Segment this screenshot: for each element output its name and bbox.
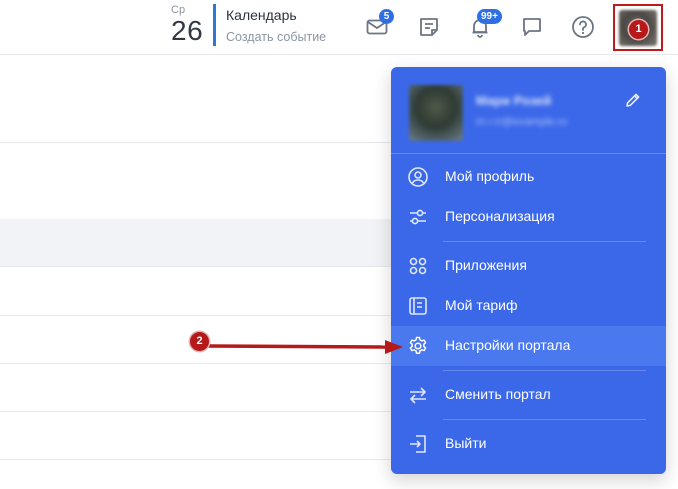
menu-item-logout[interactable]: Выйти xyxy=(391,424,666,464)
menu-item-my-plan[interactable]: Мой тариф xyxy=(391,286,666,326)
gear-icon xyxy=(407,335,429,357)
edit-pencil-icon[interactable] xyxy=(624,91,642,109)
messages-button[interactable] xyxy=(519,14,545,40)
profile-avatar xyxy=(409,85,463,141)
menu-item-label: Сменить портал xyxy=(445,386,551,402)
menu-item-personalization[interactable]: Персонализация xyxy=(391,197,666,237)
menu-item-label: Настройки портала xyxy=(445,337,571,353)
menu-item-my-profile[interactable]: Мой профиль xyxy=(391,157,666,197)
apps-grid-icon xyxy=(407,255,429,277)
tasks-button[interactable] xyxy=(416,14,442,40)
profile-email: m.r.rr@example.ru xyxy=(476,116,568,128)
menu-divider xyxy=(391,153,666,154)
menu-item-apps[interactable]: Приложения xyxy=(391,246,666,286)
step-marker-1: 1 xyxy=(629,20,648,39)
menu-item-label: Персонализация xyxy=(445,208,555,224)
table-row xyxy=(0,411,420,412)
note-icon xyxy=(418,16,440,38)
help-icon xyxy=(571,15,595,39)
table-row xyxy=(0,266,420,267)
mail-badge: 5 xyxy=(379,9,394,24)
menu-item-label: Мой тариф xyxy=(445,297,518,313)
user-circle-icon xyxy=(407,166,429,188)
annotation-arrow-icon xyxy=(206,340,403,354)
top-bar: Ср 26 Календарь Создать событие 5 99+ 1 xyxy=(0,0,678,55)
step-marker-2: 2 xyxy=(190,332,209,351)
profile-menu: Мари Розей m.r.rr@example.ru Мой профиль… xyxy=(391,67,666,474)
table-header xyxy=(0,219,420,266)
table-row xyxy=(0,459,420,460)
menu-item-portal-settings[interactable]: Настройки портала xyxy=(391,326,666,366)
date-day: 26 xyxy=(171,15,204,46)
help-button[interactable] xyxy=(570,14,596,40)
menu-divider xyxy=(443,370,646,371)
profile-name: Мари Розей xyxy=(476,93,552,108)
date-divider xyxy=(213,4,216,46)
notifications-badge: 99+ xyxy=(477,9,502,24)
switch-arrows-icon xyxy=(407,384,429,406)
table-row xyxy=(0,363,420,364)
logout-icon xyxy=(407,433,429,455)
sliders-icon xyxy=(407,206,429,228)
user-avatar-button[interactable]: 1 xyxy=(613,4,663,51)
table-row xyxy=(0,315,420,316)
menu-item-label: Выйти xyxy=(445,435,487,451)
create-event-link[interactable]: Создать событие xyxy=(226,30,326,44)
calendar-link[interactable]: Календарь xyxy=(226,7,297,23)
chat-icon xyxy=(521,16,543,38)
menu-divider xyxy=(443,241,646,242)
plan-card-icon xyxy=(407,295,429,317)
menu-item-label: Мой профиль xyxy=(445,168,535,184)
mail-button[interactable]: 5 xyxy=(364,9,394,40)
menu-item-switch-portal[interactable]: Сменить портал xyxy=(391,375,666,415)
content-divider xyxy=(0,142,420,143)
menu-divider xyxy=(443,419,646,420)
menu-item-label: Приложения xyxy=(445,257,527,273)
notifications-button[interactable]: 99+ xyxy=(467,9,502,40)
